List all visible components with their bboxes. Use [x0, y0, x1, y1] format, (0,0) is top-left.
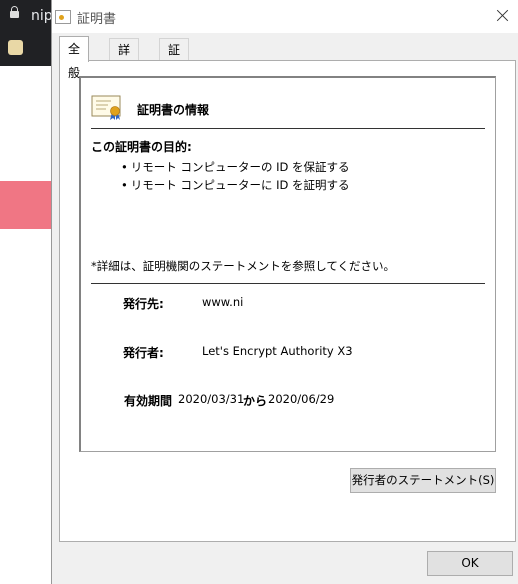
- divider: [91, 283, 485, 284]
- ok-button[interactable]: OK: [427, 551, 513, 576]
- certificate-icon: [91, 95, 121, 120]
- page-banner: [0, 181, 52, 229]
- valid-from-value: 2020/03/31: [178, 392, 245, 406]
- certificate-icon: [55, 10, 71, 24]
- browser-toolbar: nip: [0, 0, 53, 66]
- purpose-list: リモート コンピューターの ID を保証する リモート コンピューターに ID …: [121, 158, 350, 194]
- tab-favicon-icon[interactable]: [8, 40, 23, 55]
- divider: [91, 128, 485, 129]
- statement-note: *詳細は、証明機関のステートメントを参照してください。: [91, 259, 396, 273]
- issued-by-label: 発行者:: [123, 346, 164, 360]
- dialog-title: 証明書: [77, 12, 117, 27]
- issued-to-label: 発行先:: [123, 297, 164, 311]
- valid-to-value: 2020/06/29: [268, 392, 335, 406]
- tab-certification-path[interactable]: 証明のパス: [159, 38, 190, 145]
- general-tab-panel: 証明書の情報 この証明書の目的: リモート コンピューターの ID を保証する …: [59, 60, 516, 542]
- certificate-info-box: 証明書の情報 この証明書の目的: リモート コンピューターの ID を保証する …: [79, 76, 496, 452]
- purpose-heading: この証明書の目的:: [91, 140, 192, 154]
- issued-to-value: www.ni: [202, 295, 244, 309]
- certificate-dialog: 証明書 全般 詳細 証明のパス 証明書の情報 この証明書の目的: リモート コン…: [51, 0, 518, 584]
- validity-label: 有効期間: [124, 394, 173, 408]
- tab-details[interactable]: 詳細: [109, 38, 140, 79]
- page-background: [0, 66, 52, 584]
- issued-by-value: Let's Encrypt Authority X3: [202, 344, 353, 358]
- tab-general[interactable]: 全般: [59, 36, 90, 80]
- address-bar-text[interactable]: nip: [31, 8, 53, 24]
- lock-icon[interactable]: [10, 6, 19, 18]
- certificate-info-title: 証明書の情報: [137, 103, 210, 117]
- dialog-titlebar: 証明書: [52, 0, 518, 33]
- close-button[interactable]: [493, 6, 513, 26]
- validity-separator: から: [243, 394, 268, 408]
- purpose-item: リモート コンピューターに ID を証明する: [121, 176, 350, 194]
- purpose-item: リモート コンピューターの ID を保証する: [121, 158, 350, 176]
- issuer-statement-button[interactable]: 発行者のステートメント(S): [350, 468, 496, 493]
